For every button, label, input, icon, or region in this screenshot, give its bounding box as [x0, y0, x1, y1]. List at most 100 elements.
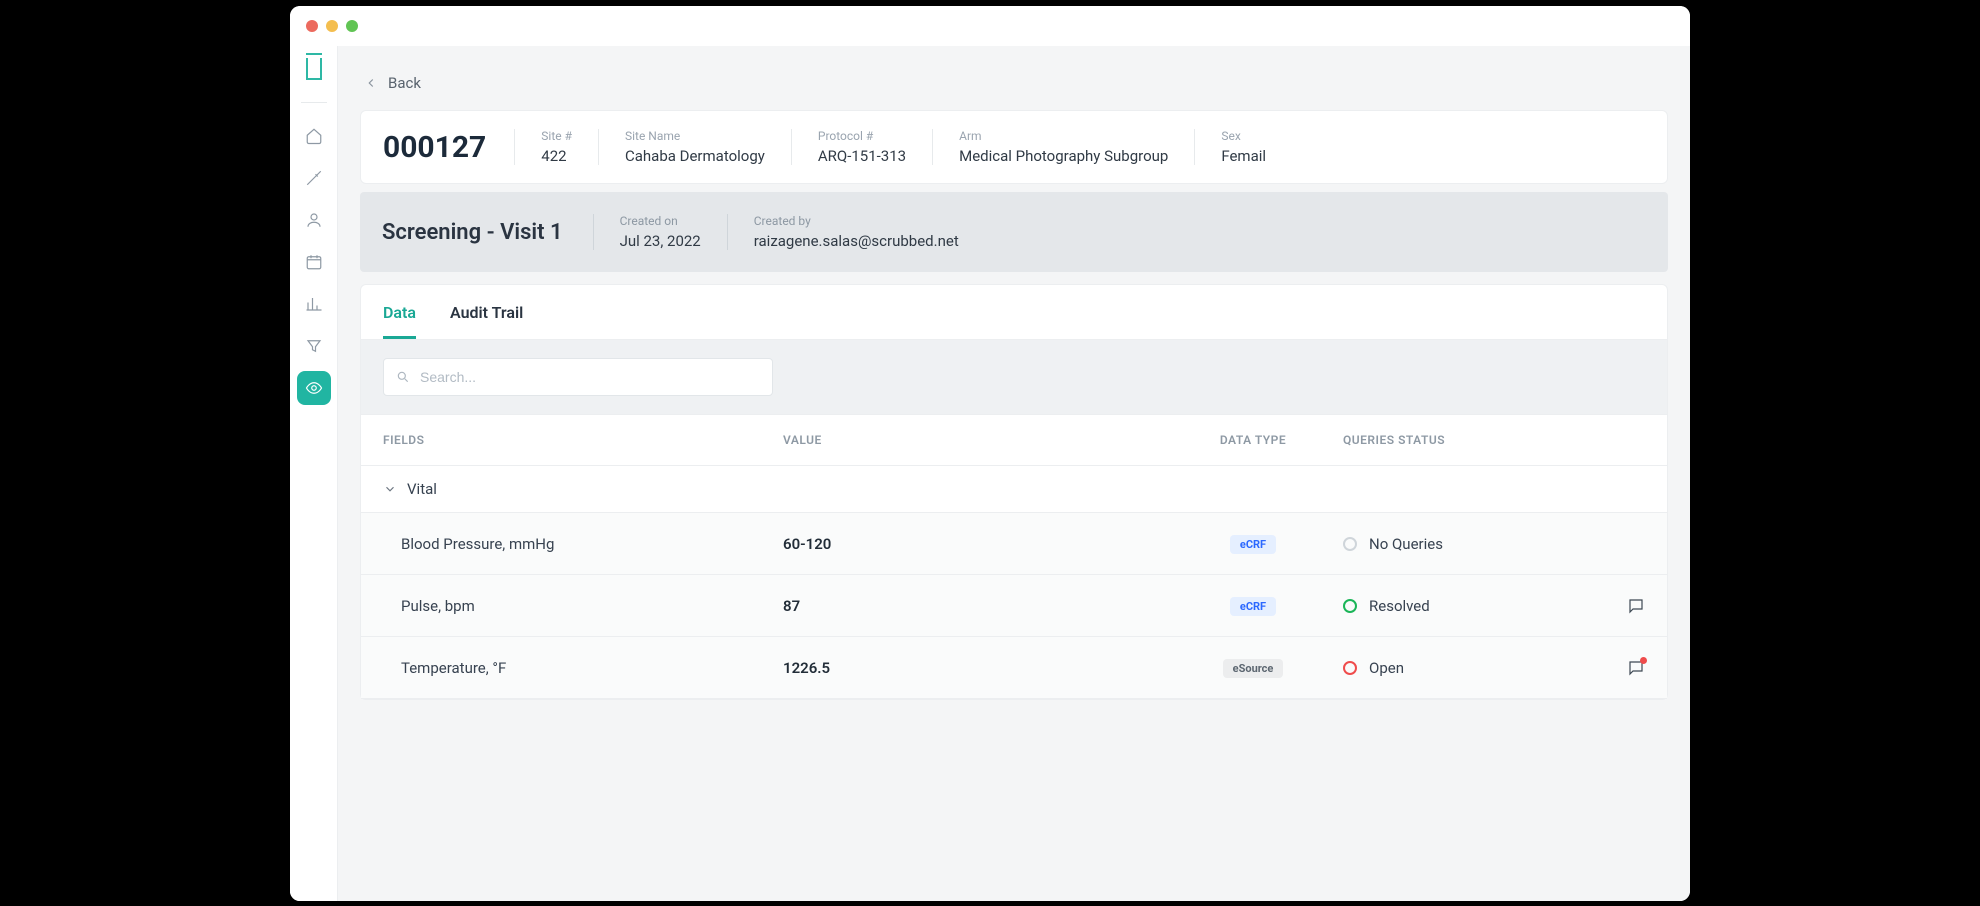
subject-id: 000127: [383, 130, 514, 165]
table-header: FIELDS VALUE DATA TYPE QUERIES STATUS: [361, 415, 1667, 466]
row-datatype: eSource: [1163, 657, 1343, 678]
visit-created-on: Created on Jul 23, 2022: [593, 214, 727, 250]
meta-label: Site Name: [625, 129, 765, 143]
minimize-window-icon[interactable]: [326, 20, 338, 32]
data-panel: Data Audit Trail FIELDS VALUE DATA TYPE …: [360, 284, 1668, 700]
arrow-left-icon: [364, 76, 378, 90]
meta-label: Created on: [620, 214, 701, 228]
row-datatype: eCRF: [1163, 595, 1343, 616]
status-indicator-open: [1343, 661, 1357, 675]
row-status: Resolved: [1343, 597, 1543, 615]
status-indicator-none: [1343, 537, 1357, 551]
test-tube-icon: [305, 169, 323, 187]
app-body: Back 000127 Site # 422 Site Name Cahaba …: [290, 46, 1690, 901]
header-fields: FIELDS: [383, 433, 783, 447]
row-value: 60-120: [783, 535, 1163, 553]
row-status: Open: [1343, 659, 1543, 677]
tab-audit-trail[interactable]: Audit Trail: [450, 303, 523, 339]
meta-value: Cahaba Dermatology: [625, 147, 765, 165]
search-bar-container: [361, 340, 1667, 415]
chat-icon: [1627, 597, 1645, 615]
sidebar: [290, 46, 338, 901]
notification-dot-icon: [1640, 657, 1647, 664]
sidebar-divider: [301, 102, 327, 103]
window-titlebar: [290, 6, 1690, 46]
status-text: Resolved: [1369, 597, 1430, 615]
meta-protocol: Protocol # ARQ-151-313: [791, 129, 932, 165]
back-button[interactable]: Back: [364, 74, 1668, 92]
sidebar-item-filter[interactable]: [297, 329, 331, 363]
row-field: Pulse, bpm: [383, 597, 783, 615]
status-text: Open: [1369, 659, 1404, 677]
meta-label: Site #: [541, 129, 572, 143]
meta-arm: Arm Medical Photography Subgroup: [932, 129, 1194, 165]
group-toggle-vital[interactable]: Vital: [361, 466, 1667, 513]
meta-sex: Sex Femail: [1194, 129, 1292, 165]
meta-label: Protocol #: [818, 129, 906, 143]
meta-value: Medical Photography Subgroup: [959, 147, 1168, 165]
meta-value: raizagene.salas@scrubbed.net: [754, 232, 959, 250]
user-icon: [305, 211, 323, 229]
row-status: No Queries: [1343, 535, 1543, 553]
meta-label: Created by: [754, 214, 959, 228]
sidebar-item-lab[interactable]: [297, 161, 331, 195]
filter-icon: [305, 337, 323, 355]
maximize-window-icon[interactable]: [346, 20, 358, 32]
row-actions: [1575, 597, 1645, 615]
sidebar-item-users[interactable]: [297, 203, 331, 237]
search-icon: [396, 370, 410, 384]
row-value: 1226.5: [783, 659, 1163, 677]
meta-label: Sex: [1221, 129, 1266, 143]
datatype-pill: eCRF: [1230, 535, 1276, 554]
eye-icon: [305, 379, 323, 397]
search-input[interactable]: [420, 369, 760, 385]
back-label: Back: [388, 74, 421, 92]
header-actions: [1575, 433, 1645, 447]
visit-header: Screening - Visit 1 Created on Jul 23, 2…: [360, 192, 1668, 272]
calendar-icon: [305, 253, 323, 271]
datatype-pill: eCRF: [1230, 597, 1276, 616]
meta-value: ARQ-151-313: [818, 147, 906, 165]
header-value: VALUE: [783, 433, 1163, 447]
sidebar-item-calendar[interactable]: [297, 245, 331, 279]
bar-chart-icon: [305, 295, 323, 313]
sidebar-item-review[interactable]: [297, 371, 331, 405]
home-icon: [305, 127, 323, 145]
query-button[interactable]: [1627, 597, 1645, 615]
datatype-pill: eSource: [1223, 659, 1284, 678]
header-datatype: DATA TYPE: [1163, 433, 1343, 447]
query-button[interactable]: [1627, 659, 1645, 677]
table-row[interactable]: Pulse, bpm 87 eCRF Resolved: [361, 575, 1667, 637]
app-logo: [306, 58, 322, 80]
chevron-down-icon: [383, 482, 397, 496]
app-window: Back 000127 Site # 422 Site Name Cahaba …: [290, 6, 1690, 901]
status-indicator-resolved: [1343, 599, 1357, 613]
meta-site-number: Site # 422: [514, 129, 598, 165]
row-actions: [1575, 659, 1645, 677]
visit-created-by: Created by raizagene.salas@scrubbed.net: [727, 214, 985, 250]
header-queries-status: QUERIES STATUS: [1343, 433, 1543, 447]
meta-label: Arm: [959, 129, 1168, 143]
sidebar-item-reports[interactable]: [297, 287, 331, 321]
table-row[interactable]: Blood Pressure, mmHg 60-120 eCRF No Quer…: [361, 513, 1667, 575]
tab-data[interactable]: Data: [383, 303, 416, 339]
main-content: Back 000127 Site # 422 Site Name Cahaba …: [338, 46, 1690, 901]
row-field: Blood Pressure, mmHg: [383, 535, 783, 553]
row-value: 87: [783, 597, 1163, 615]
subject-info-row: 000127 Site # 422 Site Name Cahaba Derma…: [361, 111, 1667, 183]
row-field: Temperature, °F: [383, 659, 783, 677]
row-datatype: eCRF: [1163, 533, 1343, 554]
subject-info-card: 000127 Site # 422 Site Name Cahaba Derma…: [360, 110, 1668, 184]
meta-value: Femail: [1221, 147, 1266, 165]
close-window-icon[interactable]: [306, 20, 318, 32]
group-label: Vital: [407, 480, 437, 498]
table-row[interactable]: Temperature, °F 1226.5 eSource Open: [361, 637, 1667, 699]
meta-value: 422: [541, 147, 572, 165]
visit-title: Screening - Visit 1: [382, 220, 593, 245]
tabs: Data Audit Trail: [361, 285, 1667, 340]
sidebar-item-home[interactable]: [297, 119, 331, 153]
search-field[interactable]: [383, 358, 773, 396]
status-text: No Queries: [1369, 535, 1443, 553]
meta-site-name: Site Name Cahaba Dermatology: [598, 129, 791, 165]
meta-value: Jul 23, 2022: [620, 232, 701, 250]
